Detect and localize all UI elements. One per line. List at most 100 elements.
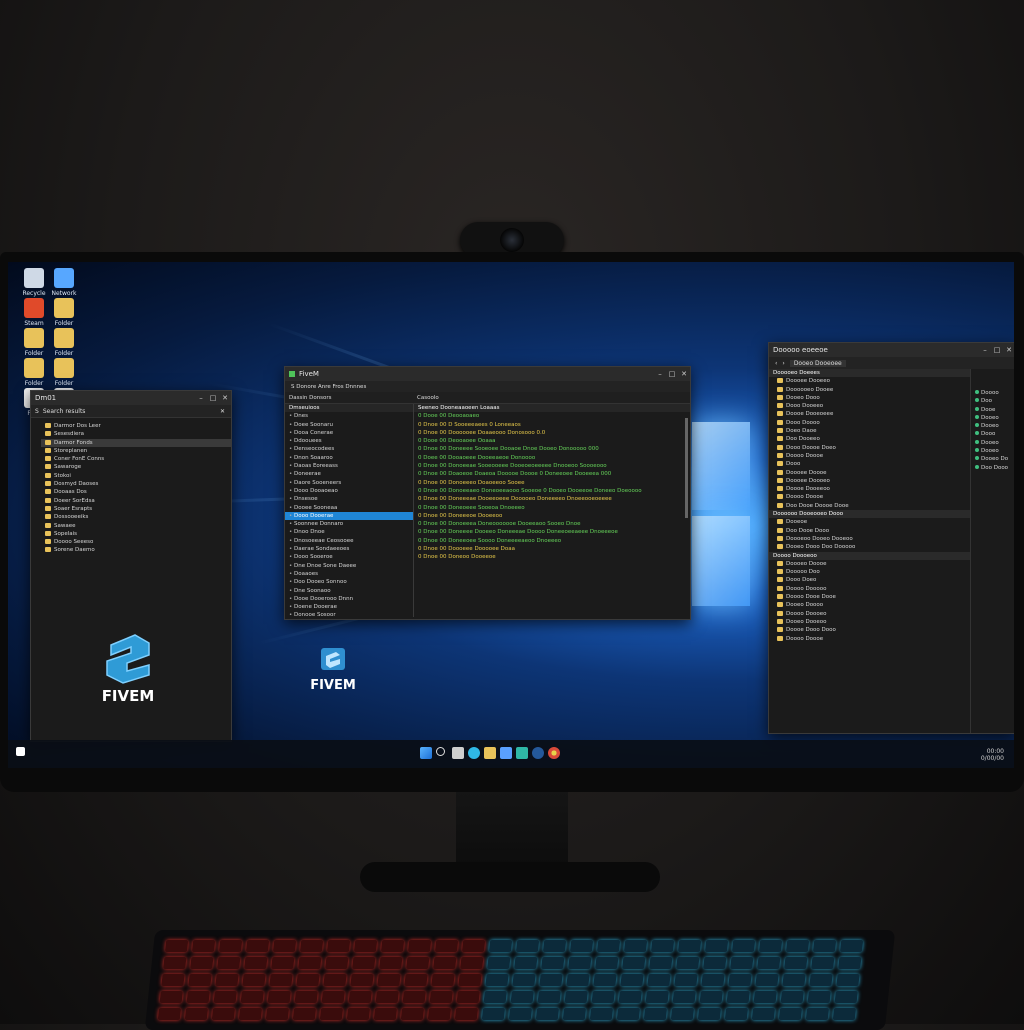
tree-item[interactable]: • Doaaoes (285, 570, 413, 578)
list-item[interactable]: Dossooeeiks (41, 513, 231, 521)
folder-row[interactable]: Dooo (769, 460, 970, 468)
desktop-icon[interactable]: Folder (42, 298, 86, 327)
back-icon[interactable]: ‹ (775, 360, 777, 367)
folder-row[interactable]: Dooeo Dooeoo (769, 618, 970, 626)
list-item[interactable]: Darmor Dos Leer (41, 422, 231, 430)
folder-row[interactable]: Doooe Dooeeoo (769, 485, 970, 493)
desktop-icon[interactable]: Folder (42, 358, 86, 387)
list-item[interactable]: Doooo Seeeso (41, 538, 231, 546)
store-icon[interactable] (500, 747, 512, 759)
list-item[interactable]: Dooaas Dos (41, 488, 231, 496)
minimize-icon[interactable]: – (979, 346, 991, 354)
folder-row[interactable]: Doooo Doooe (769, 493, 970, 501)
list-item[interactable]: Darmor Fonds (41, 438, 231, 447)
list-item[interactable]: Dosmyd Daoses (41, 480, 231, 488)
side-item[interactable]: Doo (971, 397, 1014, 405)
folder-row[interactable]: Doooee Dooeeo (769, 377, 970, 385)
tree-item[interactable]: • Dne Dnoe Sone Daeee (285, 562, 413, 570)
folder-row[interactable]: Doooo Dooooo (769, 585, 970, 593)
list-item[interactable]: Coner FonE Conns (41, 455, 231, 463)
tree-item[interactable]: • Dooee Sooneaa (285, 504, 413, 512)
close-icon[interactable]: ✕ (678, 370, 690, 378)
folder-row[interactable]: Doooo Doooeo (769, 610, 970, 618)
folder-row[interactable]: Doooe Dooo Dooo (769, 626, 970, 634)
tree-item[interactable]: • Daerae Sondaeeoes (285, 545, 413, 553)
list-item[interactable]: Soaer Esrapts (41, 505, 231, 513)
folder-row[interactable]: Doooee Doooe (769, 469, 970, 477)
toolbar-label[interactable]: S Donore Anre Fros Dnnnes (291, 384, 366, 390)
folder-row[interactable]: Dooeo Dooo Doo Dooooo (769, 543, 970, 551)
folder-row[interactable]: Doooooeo Dooee (769, 386, 970, 394)
windows-start-icon[interactable] (420, 747, 432, 759)
tab-right[interactable]: Casoolo (409, 395, 439, 401)
start-icon[interactable] (16, 747, 25, 756)
folder-row[interactable]: Dooo Doooo (769, 419, 970, 427)
tree-item[interactable]: • Ddoouees (285, 437, 413, 445)
folder-row[interactable]: Doooo Doooe (769, 452, 970, 460)
console-scrollbar[interactable] (685, 418, 688, 518)
folder-row[interactable]: Doooeo Doooe (769, 560, 970, 568)
fivem-desktop-shortcut[interactable]: FIVEM (308, 644, 358, 693)
tree-item[interactable]: • Dooa Conerae (285, 429, 413, 437)
desktop-icon[interactable]: Folder (42, 328, 86, 357)
list-item[interactable]: Storeplanen (41, 447, 231, 455)
list-item[interactable]: Sesesdiera (41, 430, 231, 438)
tree-item[interactable]: • Doene Dooerae (285, 603, 413, 611)
folder-row[interactable]: Doeo Daoe (769, 427, 970, 435)
maximize-icon[interactable]: □ (666, 370, 678, 378)
tree-item[interactable]: • Denseocodees (285, 445, 413, 453)
tree-item[interactable]: • Doee Soonaru (285, 421, 413, 429)
minimize-icon[interactable]: – (195, 394, 207, 402)
list-item[interactable]: Sawaee (41, 522, 231, 530)
folder-row[interactable]: Dooeoe (769, 518, 970, 526)
address-bar[interactable]: Dooeo Dooeoee (789, 359, 846, 367)
minimize-icon[interactable]: – (654, 370, 666, 378)
side-item[interactable]: Dooeo (971, 414, 1014, 422)
tree-item[interactable]: • Daore Sooeneers (285, 479, 413, 487)
side-item[interactable]: Dooeo (971, 439, 1014, 447)
tree-item[interactable]: • Dnoo Dnoe (285, 528, 413, 536)
tree-item[interactable]: • Donooe Sosoor (285, 611, 413, 617)
folder-row[interactable]: Doo Dooe Doooe Dooe (769, 502, 970, 510)
steam-icon[interactable] (532, 747, 544, 759)
folder-row[interactable]: Dooeo Dooo (769, 394, 970, 402)
edge-icon[interactable] (468, 747, 480, 759)
folder-row[interactable]: Doooo Dooe Dooe (769, 593, 970, 601)
side-item[interactable]: Dooo (971, 430, 1014, 438)
system-tray[interactable]: 00:00 0/00/00 (981, 748, 1004, 762)
close-icon[interactable]: ✕ (220, 408, 225, 415)
task-view-icon[interactable] (452, 747, 464, 759)
folder-icon[interactable] (484, 747, 496, 759)
folder-row[interactable]: Dooo Doeo (769, 576, 970, 584)
forward-icon[interactable]: › (782, 360, 784, 367)
list-item[interactable]: Sopelais (41, 530, 231, 538)
tree-item[interactable]: • Dnosoeeae Ceosooee (285, 537, 413, 545)
side-item[interactable]: Dooeo Do (971, 455, 1014, 463)
side-item[interactable]: Doo Dooo (971, 464, 1014, 472)
list-item[interactable]: Stokoi (41, 472, 231, 480)
browser-icon[interactable] (548, 747, 560, 759)
folder-row[interactable]: Dooo Dooeeo (769, 402, 970, 410)
close-icon[interactable]: ✕ (219, 394, 231, 402)
tree-item[interactable]: • Dooo Dooaoeao (285, 487, 413, 495)
tree-item[interactable]: • Daoas Eoreeass (285, 462, 413, 470)
tree-item[interactable]: • Dne Soonaoo (285, 587, 413, 595)
folder-row[interactable]: Doo Dooeeo (769, 435, 970, 443)
close-icon[interactable]: ✕ (1003, 346, 1014, 354)
side-item[interactable]: Dooeo (971, 447, 1014, 455)
tree-item[interactable]: • Dooo Dooerae (285, 511, 413, 521)
maximize-icon[interactable]: □ (207, 394, 219, 402)
tree-item[interactable]: • Doo Dooeo Sonnoo (285, 578, 413, 586)
list-item[interactable]: Doeer SorEdsa (41, 497, 231, 505)
tab-left[interactable]: Dassin Donsors (285, 395, 409, 401)
search-icon[interactable] (436, 747, 445, 756)
left-window-tab[interactable]: S (35, 408, 39, 415)
tree-item[interactable]: • Dnon Soaaroo (285, 454, 413, 462)
folder-row[interactable]: Dooo Doooe Doeo (769, 444, 970, 452)
folder-row[interactable]: Doooe Dooeoeee (769, 410, 970, 418)
tree-item[interactable]: • Dnes (285, 412, 413, 420)
tree-item[interactable]: • Dnsesoe (285, 495, 413, 503)
app-icon[interactable] (516, 747, 528, 759)
folder-row[interactable]: Doo Dooe Dooo (769, 527, 970, 535)
side-item[interactable]: Doooo (971, 389, 1014, 397)
